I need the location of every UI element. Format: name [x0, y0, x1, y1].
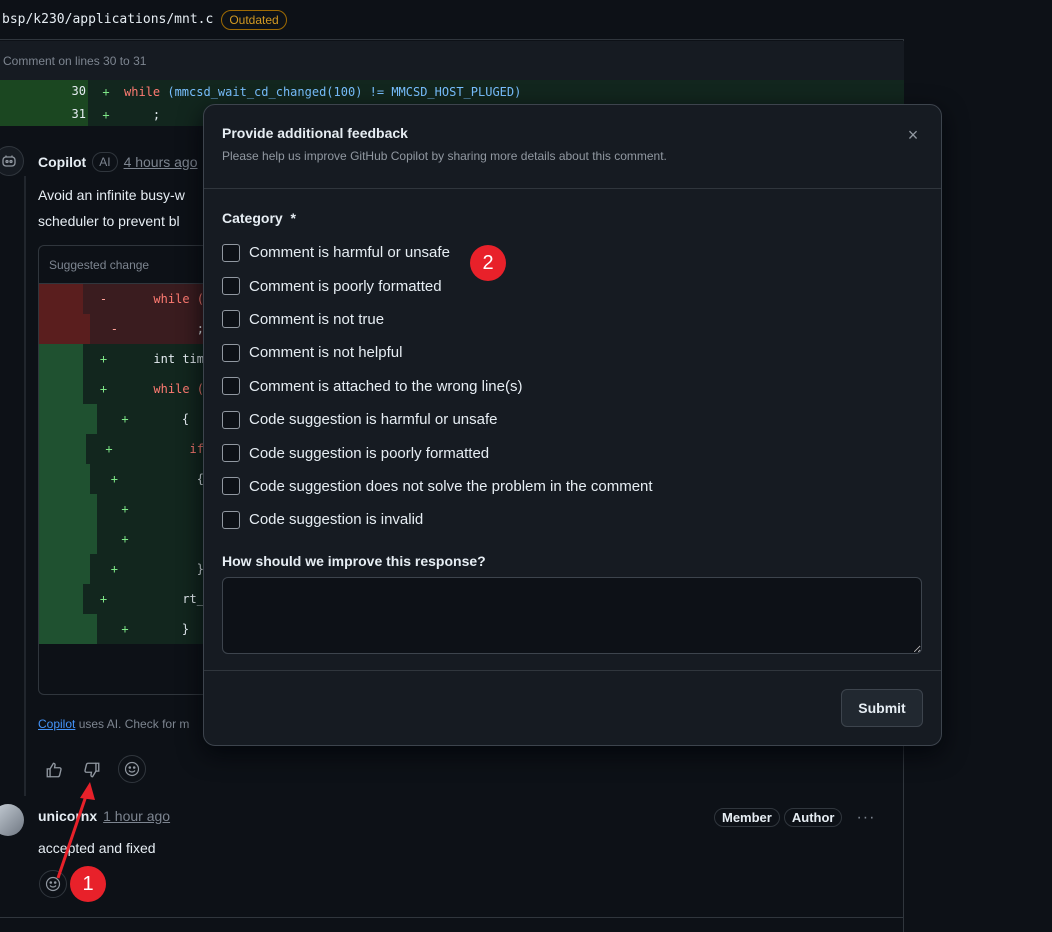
- dialog-title: Provide additional feedback: [222, 125, 408, 141]
- submit-button[interactable]: Submit: [841, 689, 923, 727]
- checkbox-label[interactable]: Code suggestion is harmful or unsafe: [249, 411, 497, 428]
- category-option[interactable]: Code suggestion is poorly formatted: [222, 436, 923, 469]
- annotation-marker-2: 2: [470, 245, 506, 281]
- category-option[interactable]: Comment is attached to the wrong line(s): [222, 370, 923, 403]
- annotation-marker-1: 1: [70, 866, 106, 902]
- category-option[interactable]: Code suggestion is harmful or unsafe: [222, 403, 923, 436]
- checkbox[interactable]: [222, 410, 240, 429]
- checkbox[interactable]: [222, 377, 240, 396]
- category-options: Comment is harmful or unsafe Comment is p…: [222, 236, 923, 537]
- dialog-footer: Submit: [204, 671, 941, 745]
- checkbox[interactable]: [222, 510, 240, 529]
- category-option[interactable]: Comment is not helpful: [222, 336, 923, 369]
- category-label: Category *: [222, 210, 296, 226]
- dialog-body: Category * Comment is harmful or unsafe C…: [204, 189, 941, 671]
- category-option[interactable]: Comment is poorly formatted: [222, 269, 923, 302]
- checkbox-label[interactable]: Code suggestion is invalid: [249, 511, 423, 528]
- checkbox[interactable]: [222, 477, 240, 496]
- category-option[interactable]: Comment is not true: [222, 303, 923, 336]
- category-option[interactable]: Code suggestion does not solve the probl…: [222, 470, 923, 503]
- checkbox-label[interactable]: Code suggestion is poorly formatted: [249, 445, 489, 462]
- category-option[interactable]: Comment is harmful or unsafe: [222, 236, 923, 269]
- improve-textarea[interactable]: [222, 576, 922, 654]
- checkbox-label[interactable]: Comment is harmful or unsafe: [249, 244, 450, 261]
- dialog-header: Provide additional feedback Please help …: [204, 105, 941, 189]
- checkbox[interactable]: [222, 243, 240, 262]
- close-icon[interactable]: ×: [899, 121, 927, 149]
- dialog-subtitle: Please help us improve GitHub Copilot by…: [222, 149, 667, 163]
- checkbox-label[interactable]: Comment is not helpful: [249, 344, 402, 361]
- category-option[interactable]: Code suggestion is invalid: [222, 503, 923, 536]
- checkbox-label[interactable]: Comment is poorly formatted: [249, 278, 442, 295]
- feedback-dialog: Provide additional feedback Please help …: [203, 104, 942, 746]
- checkbox[interactable]: [222, 444, 240, 463]
- checkbox[interactable]: [222, 310, 240, 329]
- checkbox-label[interactable]: Comment is not true: [249, 311, 384, 328]
- improve-label: How should we improve this response?: [222, 552, 486, 569]
- checkbox[interactable]: [222, 343, 240, 362]
- checkbox[interactable]: [222, 277, 240, 296]
- checkbox-label[interactable]: Comment is attached to the wrong line(s): [249, 378, 522, 395]
- checkbox-label[interactable]: Code suggestion does not solve the probl…: [249, 478, 653, 495]
